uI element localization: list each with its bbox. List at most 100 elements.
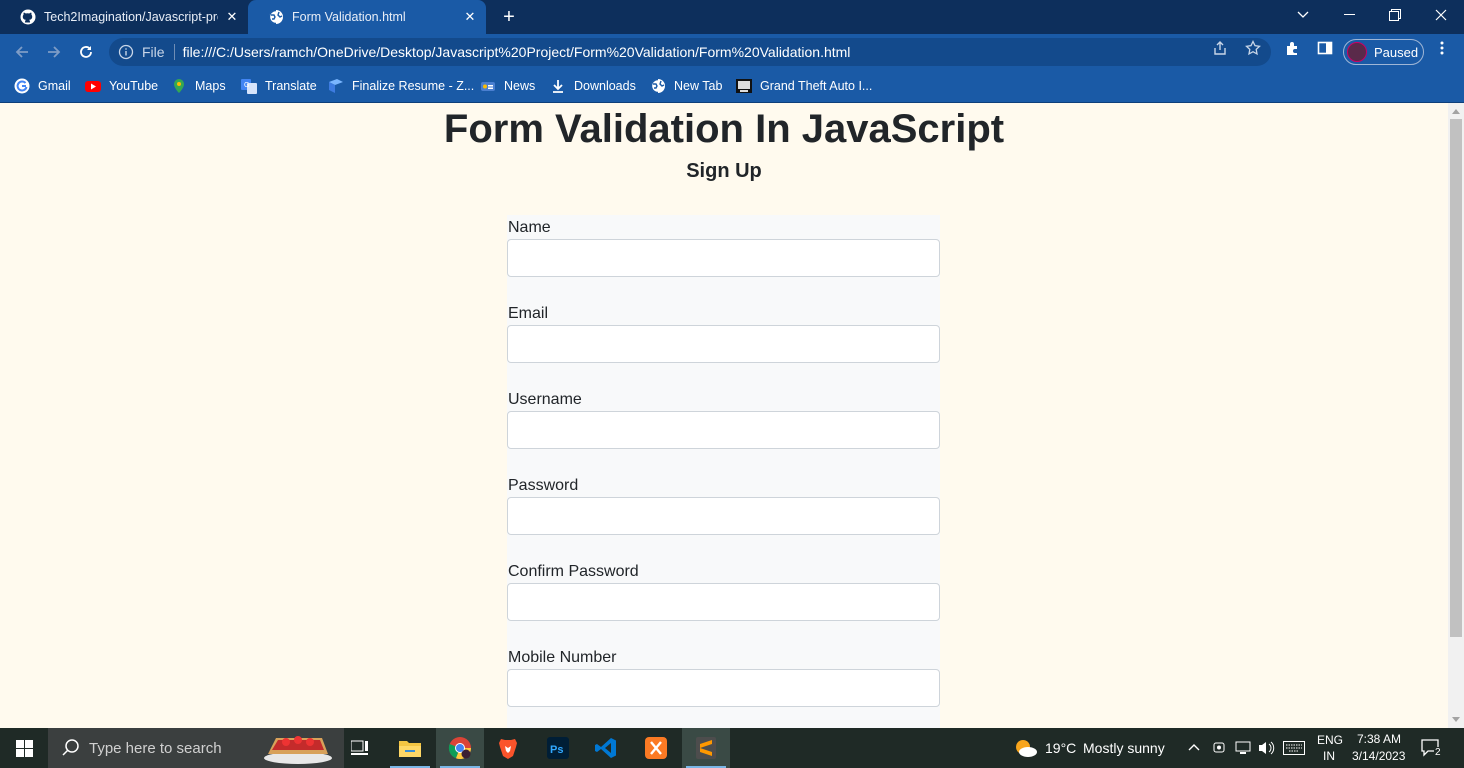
sublime-text-icon bbox=[696, 737, 716, 759]
bookmark-label: Gmail bbox=[38, 79, 71, 93]
url-text[interactable]: file:///C:/Users/ramch/OneDrive/Desktop/… bbox=[183, 44, 851, 60]
task-view-button[interactable] bbox=[336, 728, 384, 768]
file-explorer-button[interactable] bbox=[386, 728, 434, 768]
photoshop-button[interactable]: Ps bbox=[534, 728, 582, 768]
brave-button[interactable] bbox=[484, 728, 532, 768]
xampp-button[interactable] bbox=[632, 728, 680, 768]
tab-strip: Tech2Imagination/Javascript-proj ✕ Form … bbox=[0, 0, 1464, 34]
bookmark-youtube[interactable]: YouTube bbox=[85, 76, 158, 96]
name-input[interactable] bbox=[507, 239, 940, 277]
scroll-down-arrow-icon[interactable] bbox=[1452, 717, 1460, 722]
taskbar-search-box[interactable]: Type here to search bbox=[48, 728, 344, 768]
chrome-icon bbox=[448, 737, 472, 760]
github-icon bbox=[20, 9, 36, 25]
bookmark-resume[interactable]: Finalize Resume - Z... bbox=[328, 76, 474, 96]
restore-button[interactable] bbox=[1372, 0, 1418, 30]
clock-date[interactable]: 3/14/2023 bbox=[1352, 749, 1405, 763]
close-window-button[interactable] bbox=[1418, 0, 1464, 30]
scroll-up-arrow-icon[interactable] bbox=[1452, 109, 1460, 114]
meet-now-icon[interactable] bbox=[1212, 740, 1226, 756]
maps-icon bbox=[174, 79, 184, 93]
scrollbar-thumb[interactable] bbox=[1450, 119, 1462, 637]
mobile-number-input[interactable] bbox=[507, 669, 940, 707]
clock-time[interactable]: 7:38 AM bbox=[1357, 732, 1401, 746]
bookmark-label: YouTube bbox=[109, 79, 159, 93]
field-label: Username bbox=[508, 391, 582, 408]
network-icon[interactable] bbox=[1235, 740, 1253, 756]
bookmark-label: Translate bbox=[265, 79, 317, 93]
new-tab-button[interactable]: + bbox=[498, 7, 520, 29]
field-label: Confirm Password bbox=[508, 563, 639, 580]
email-input[interactable] bbox=[507, 325, 940, 363]
bookmark-translate[interactable]: G Translate bbox=[241, 76, 317, 96]
language-code[interactable]: ENG bbox=[1317, 733, 1343, 747]
weather-sun-cloud-icon[interactable] bbox=[1013, 738, 1039, 758]
address-bar[interactable]: File file:///C:/Users/ramch/OneDrive/Des… bbox=[109, 38, 1271, 66]
notification-count: 2 bbox=[1434, 747, 1442, 758]
file-explorer-icon bbox=[399, 741, 421, 757]
bookmark-gmail[interactable]: Gmail bbox=[14, 76, 71, 96]
close-icon[interactable]: ✕ bbox=[224, 9, 240, 25]
close-icon[interactable]: ✕ bbox=[462, 9, 478, 25]
side-panel-icon[interactable] bbox=[1317, 40, 1333, 56]
bookmark-gta[interactable]: Grand Theft Auto I... bbox=[736, 76, 872, 96]
chrome-button[interactable] bbox=[436, 728, 484, 768]
keyboard-icon[interactable] bbox=[1283, 741, 1305, 755]
bookmark-maps[interactable]: Maps bbox=[171, 76, 226, 96]
tab-form-validation[interactable]: Form Validation.html ✕ bbox=[248, 0, 486, 34]
username-input[interactable] bbox=[507, 411, 940, 449]
weather-temp[interactable]: 19°C bbox=[1045, 740, 1076, 756]
tab-github[interactable]: Tech2Imagination/Javascript-proj ✕ bbox=[0, 0, 248, 34]
back-button[interactable] bbox=[10, 40, 34, 64]
news-icon bbox=[481, 82, 495, 91]
svg-text:Ps: Ps bbox=[550, 744, 563, 756]
globe-icon bbox=[650, 78, 665, 94]
page-viewport: Form Validation In JavaScript Sign Up Na… bbox=[0, 103, 1448, 728]
field-label: Email bbox=[508, 305, 549, 322]
field-label: Name bbox=[508, 219, 551, 236]
page-title: Form Validation In JavaScript bbox=[443, 107, 1005, 151]
search-icon bbox=[62, 739, 79, 756]
volume-icon[interactable] bbox=[1258, 740, 1276, 756]
windows-icon bbox=[15, 739, 33, 757]
chevron-up-icon[interactable] bbox=[1188, 743, 1200, 751]
confirm-password-input[interactable] bbox=[507, 583, 940, 621]
weather-condition[interactable]: Mostly sunny bbox=[1083, 740, 1165, 756]
field-label: Password bbox=[508, 477, 579, 494]
bookmark-new-tab[interactable]: New Tab bbox=[650, 76, 722, 96]
reload-button[interactable] bbox=[74, 40, 98, 64]
info-icon[interactable] bbox=[118, 44, 134, 60]
field-label: Mobile Number bbox=[508, 649, 617, 666]
cake-icon bbox=[264, 736, 332, 764]
brave-icon bbox=[499, 739, 517, 759]
extensions-icon[interactable] bbox=[1285, 40, 1301, 56]
task-view-icon bbox=[351, 740, 368, 755]
share-icon[interactable] bbox=[1212, 40, 1228, 56]
bookmark-label: New Tab bbox=[674, 79, 723, 93]
vertical-scrollbar[interactable] bbox=[1448, 103, 1464, 728]
profile-status: Paused bbox=[1374, 44, 1419, 60]
star-icon[interactable] bbox=[1245, 40, 1261, 56]
tab-search-icon[interactable] bbox=[1280, 0, 1326, 30]
youtube-icon bbox=[85, 81, 101, 92]
translate-icon: G bbox=[241, 79, 257, 94]
more-menu-icon[interactable] bbox=[1434, 40, 1450, 56]
start-button[interactable] bbox=[0, 728, 48, 768]
divider bbox=[173, 44, 175, 60]
bookmark-downloads[interactable]: Downloads bbox=[550, 76, 636, 96]
forward-button[interactable] bbox=[42, 40, 66, 64]
password-input[interactable] bbox=[507, 497, 940, 535]
vscode-icon bbox=[595, 738, 616, 758]
vscode-button[interactable] bbox=[582, 728, 630, 768]
minimize-button[interactable] bbox=[1326, 0, 1372, 30]
browser-toolbar: File file:///C:/Users/ramch/OneDrive/Des… bbox=[0, 34, 1464, 70]
language-region[interactable]: IN bbox=[1323, 749, 1335, 763]
zety-icon bbox=[329, 79, 343, 93]
profile-button[interactable]: Paused bbox=[1343, 39, 1424, 65]
url-scheme: File bbox=[142, 44, 165, 60]
bookmarks-bar: Gmail YouTube Maps G Translate Finalize … bbox=[0, 70, 1464, 103]
bookmark-news[interactable]: News bbox=[480, 76, 535, 96]
sublime-text-button[interactable] bbox=[682, 728, 730, 768]
search-placeholder: Type here to search bbox=[89, 739, 222, 757]
bookmark-label: Downloads bbox=[574, 79, 636, 93]
